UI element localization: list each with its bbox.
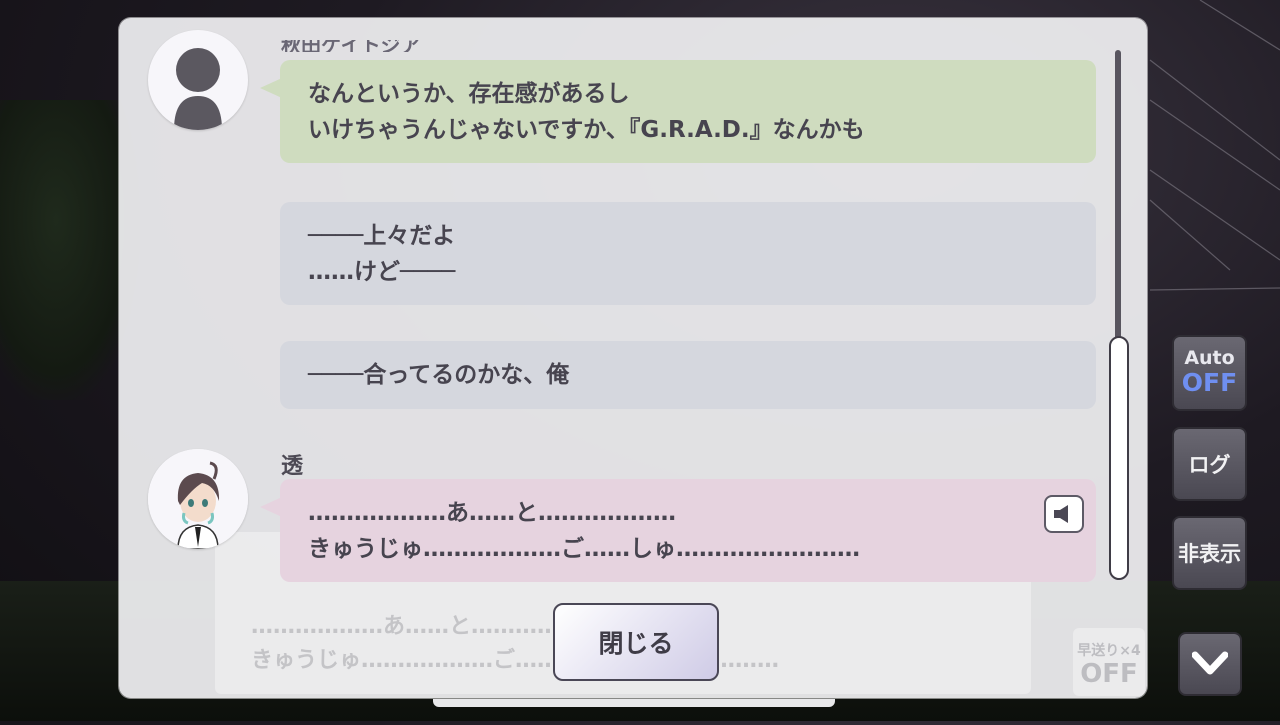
scrollbar-thumb[interactable] [1109, 336, 1129, 580]
log-button[interactable]: ログ [1172, 427, 1247, 501]
speaker-voice-icon [1054, 505, 1068, 523]
log-bubble: ………………あ……と……………… きゅうじゅ………………ご……しゅ…………………… [260, 479, 1096, 582]
panel-bottom-handle [433, 699, 835, 707]
log-bubble: ────上々だよ ……けど──── [280, 202, 1096, 305]
chevron-down-icon [1192, 651, 1228, 675]
silhouette-avatar-icon [148, 30, 248, 130]
auto-toggle-button[interactable]: Auto OFF [1172, 335, 1247, 411]
log-line: きゅうじゅ………………ご……しゅ…………………… [308, 536, 860, 562]
bubble-tail [260, 497, 282, 517]
log-line: いけちゃうんじゃないですか、『G.R.A.D.』なんかも [308, 117, 865, 143]
log-line: ────合ってるのかな、俺 [308, 362, 570, 388]
log-bubble: ────合ってるのかな、俺 [280, 341, 1096, 409]
backlog-panel: ………………あ……と……………… きゅうじゅ………………ご……しゅ…………………… [119, 18, 1147, 698]
bubble-tail [260, 78, 282, 98]
log-line: なんというか、存在感があるし [308, 81, 630, 107]
background-dialog-line-1: ………………あ……と……………… [251, 614, 604, 639]
voice-replay-button[interactable] [1044, 495, 1084, 533]
fast-forward-toggle[interactable]: 早送り×4 OFF [1073, 628, 1145, 696]
fast-forward-state: OFF [1080, 659, 1138, 689]
fast-forward-label: 早送り×4 [1077, 643, 1141, 659]
speaker-name: 透 [281, 454, 304, 479]
hide-ui-button[interactable]: 非表示 [1172, 516, 1247, 590]
speaker-name-partial: 秋田ケイトジア [281, 40, 421, 52]
log-bubble: なんというか、存在感があるし いけちゃうんじゃないですか、『G.R.A.D.』な… [260, 60, 1096, 163]
close-button[interactable]: 閉じる [553, 603, 719, 681]
scroll-down-button[interactable] [1178, 632, 1242, 696]
auto-state: OFF [1181, 368, 1238, 397]
log-line: ────上々だよ [308, 223, 456, 249]
log-line: ……けど──── [308, 259, 456, 285]
log-line: ………………あ……と……………… [308, 500, 676, 526]
auto-label: Auto [1184, 347, 1235, 369]
toru-avatar-icon [148, 449, 248, 549]
